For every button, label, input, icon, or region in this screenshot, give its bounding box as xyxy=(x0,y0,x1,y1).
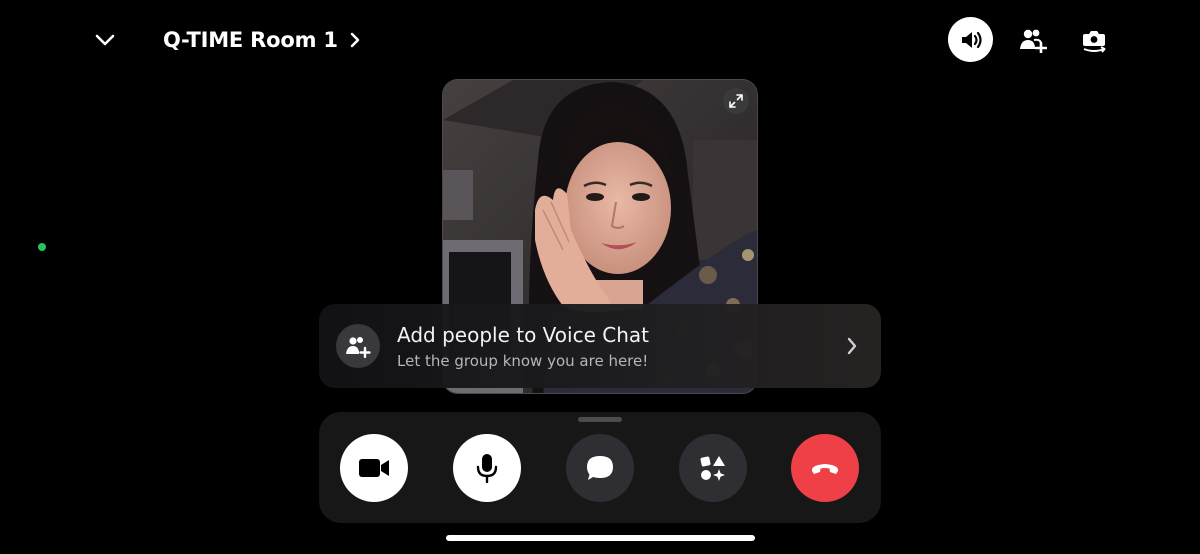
camera-button[interactable] xyxy=(340,434,408,502)
room-title: Q-TIME Room 1 xyxy=(163,28,338,52)
home-indicator[interactable] xyxy=(446,535,755,541)
expand-video-button[interactable] xyxy=(723,88,749,114)
activities-icon xyxy=(700,456,725,481)
banner-subtitle: Let the group know you are here! xyxy=(397,351,649,370)
speaker-icon xyxy=(961,31,982,48)
add-person-icon xyxy=(1020,29,1047,53)
add-people-icon xyxy=(346,337,371,358)
collapse-button[interactable] xyxy=(88,26,122,54)
end-call-button[interactable] xyxy=(791,434,859,502)
banner-chevron xyxy=(837,331,867,361)
hang-up-icon xyxy=(811,464,839,474)
banner-title: Add people to Voice Chat xyxy=(397,322,649,347)
chevron-down-icon xyxy=(95,34,115,46)
chat-button[interactable] xyxy=(566,434,634,502)
chevron-right-icon xyxy=(847,337,857,355)
switch-camera-button[interactable] xyxy=(1072,22,1116,58)
camera-flip-icon xyxy=(1083,31,1106,53)
drag-handle[interactable] xyxy=(578,417,622,422)
room-title-button[interactable]: Q-TIME Room 1 xyxy=(163,26,360,54)
online-status-indicator xyxy=(38,243,46,251)
chevron-right-icon xyxy=(350,32,359,48)
banner-text: Add people to Voice Chat Let the group k… xyxy=(397,323,837,370)
microphone-icon xyxy=(476,454,498,483)
speaker-button[interactable] xyxy=(948,17,993,62)
expand-icon xyxy=(729,94,743,108)
video-camera-icon xyxy=(359,459,389,477)
add-people-banner[interactable]: Add people to Voice Chat Let the group k… xyxy=(319,304,881,388)
chat-bubble-icon xyxy=(587,456,613,480)
microphone-button[interactable] xyxy=(453,434,521,502)
add-people-icon-wrap xyxy=(336,324,380,368)
invite-people-button[interactable] xyxy=(1012,22,1054,58)
activities-button[interactable] xyxy=(679,434,747,502)
